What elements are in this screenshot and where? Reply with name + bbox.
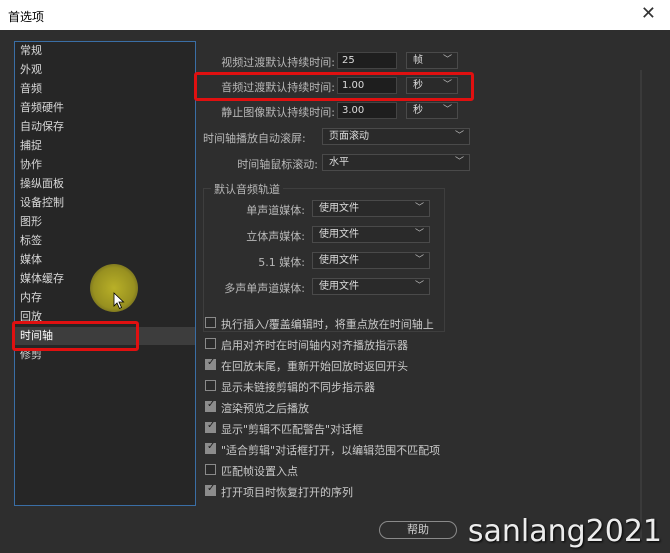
mouse-scroll-value: 水平 — [329, 157, 349, 168]
mono-media-label: 单声道媒体: — [246, 204, 305, 217]
audio-transition-unit: 秒 — [413, 80, 423, 91]
close-icon[interactable]: ✕ — [641, 5, 656, 23]
sidebar-item-graphics[interactable]: 图形 — [15, 213, 195, 231]
mono-media-select[interactable]: 使用文件 ﹀ — [312, 200, 430, 217]
mono-media-value: 使用文件 — [319, 203, 359, 214]
mouse-scroll-label: 时间轴鼠标滚动: — [237, 158, 318, 171]
sidebar-item-audio[interactable]: 音频 — [15, 80, 195, 98]
checkbox-box[interactable] — [205, 357, 216, 370]
checkbox-label: 匹配帧设置入点 — [221, 465, 298, 478]
sidebar-item-capture[interactable]: 捕捉 — [15, 137, 195, 155]
video-transition-input[interactable]: 25 — [337, 52, 397, 69]
chevron-down-icon: ﹀ — [454, 157, 464, 167]
checkbox-box[interactable] — [205, 464, 216, 475]
checkbox-label: 显示未链接剪辑的不同步指示器 — [221, 381, 375, 394]
surround-media-value: 使用文件 — [319, 255, 359, 266]
chevron-down-icon: ﹀ — [454, 131, 464, 141]
watermark-text: sanlang2021 — [467, 514, 662, 549]
sidebar-item-device-control[interactable]: 设备控制 — [15, 194, 195, 212]
checkbox-box[interactable] — [205, 441, 216, 454]
checkbox-box[interactable] — [205, 399, 216, 412]
chevron-down-icon: ﹀ — [442, 55, 452, 65]
stereo-media-select[interactable]: 使用文件 ﹀ — [312, 226, 430, 243]
scrollbar-track — [640, 70, 642, 540]
audio-transition-unit-select[interactable]: 秒 ﹀ — [406, 77, 458, 94]
sidebar-item-collaboration[interactable]: 协作 — [15, 156, 195, 174]
checkbox-box[interactable] — [205, 483, 216, 496]
mouse-scroll-select[interactable]: 水平 ﹀ — [322, 154, 470, 171]
checkbox-box[interactable] — [205, 420, 216, 433]
sidebar-item-trim[interactable]: 修剪 — [15, 346, 195, 364]
mouse-pointer-icon — [113, 292, 125, 310]
checkbox-label: 执行插入/覆盖编辑时，将重点放在时间轴上 — [221, 318, 434, 331]
multi-mono-media-select[interactable]: 使用文件 ﹀ — [312, 278, 430, 295]
chevron-down-icon: ﹀ — [414, 281, 424, 291]
chevron-down-icon: ﹀ — [414, 229, 424, 239]
checkbox-label: 渲染预览之后播放 — [221, 402, 309, 415]
still-image-label: 静止图像默认持续时间: — [221, 106, 335, 119]
stereo-media-label: 立体声媒体: — [246, 230, 305, 243]
audio-tracks-title: 默认音频轨道 — [211, 181, 283, 197]
checkbox-label: 打开项目时恢复打开的序列 — [221, 486, 353, 499]
video-transition-label: 视频过渡默认持续时间: — [221, 56, 335, 69]
title-bar: 首选项 ✕ — [0, 0, 670, 30]
sidebar-item-timeline[interactable]: 时间轴 — [15, 327, 195, 345]
still-image-unit-select[interactable]: 秒 ﹀ — [406, 102, 458, 119]
chevron-down-icon: ﹀ — [442, 105, 452, 115]
sidebar-item-appearance[interactable]: 外观 — [15, 61, 195, 79]
still-image-unit: 秒 — [413, 105, 423, 116]
checkbox-box[interactable] — [205, 317, 216, 328]
video-transition-unit-select[interactable]: 帧 ﹀ — [406, 52, 458, 69]
chevron-down-icon: ﹀ — [442, 80, 452, 90]
sidebar-item-playback[interactable]: 回放 — [15, 308, 195, 326]
checkbox-label: 启用对齐时在时间轴内对齐播放指示器 — [221, 339, 408, 352]
sidebar-item-control-surface[interactable]: 操纵面板 — [15, 175, 195, 193]
still-image-input[interactable]: 3.00 — [337, 102, 397, 119]
window-title: 首选项 — [8, 10, 45, 24]
chevron-down-icon: ﹀ — [414, 255, 424, 265]
checkbox-label: 在回放末尾，重新开始回放时返回开头 — [221, 360, 408, 373]
auto-scroll-label: 时间轴播放自动滚屏: — [203, 132, 306, 145]
video-transition-unit: 帧 — [413, 55, 423, 66]
audio-transition-label: 音频过渡默认持续时间: — [221, 81, 335, 94]
chevron-down-icon: ﹀ — [414, 203, 424, 213]
auto-scroll-select[interactable]: 页面滚动 ﹀ — [322, 128, 470, 145]
multi-mono-media-label: 多声单声道媒体: — [224, 282, 305, 295]
help-button[interactable]: 帮助 — [379, 521, 457, 539]
multi-mono-media-value: 使用文件 — [319, 281, 359, 292]
audio-transition-input[interactable]: 1.00 — [337, 77, 397, 94]
checkbox-box[interactable] — [205, 380, 216, 391]
sidebar-item-auto-save[interactable]: 自动保存 — [15, 118, 195, 136]
checkbox-box[interactable] — [205, 338, 216, 349]
sidebar-item-audio-hardware[interactable]: 音频硬件 — [15, 99, 195, 117]
checkbox-label: 显示"剪辑不匹配警告"对话框 — [221, 423, 364, 436]
surround-media-label: 5.1 媒体: — [258, 256, 305, 269]
auto-scroll-value: 页面滚动 — [329, 131, 369, 142]
sidebar-item-general[interactable]: 常规 — [15, 42, 195, 60]
sidebar-item-labels[interactable]: 标签 — [15, 232, 195, 250]
stereo-media-value: 使用文件 — [319, 229, 359, 240]
checkbox-label: "适合剪辑"对话框打开，以编辑范围不匹配项 — [221, 444, 441, 457]
surround-media-select[interactable]: 使用文件 ﹀ — [312, 252, 430, 269]
